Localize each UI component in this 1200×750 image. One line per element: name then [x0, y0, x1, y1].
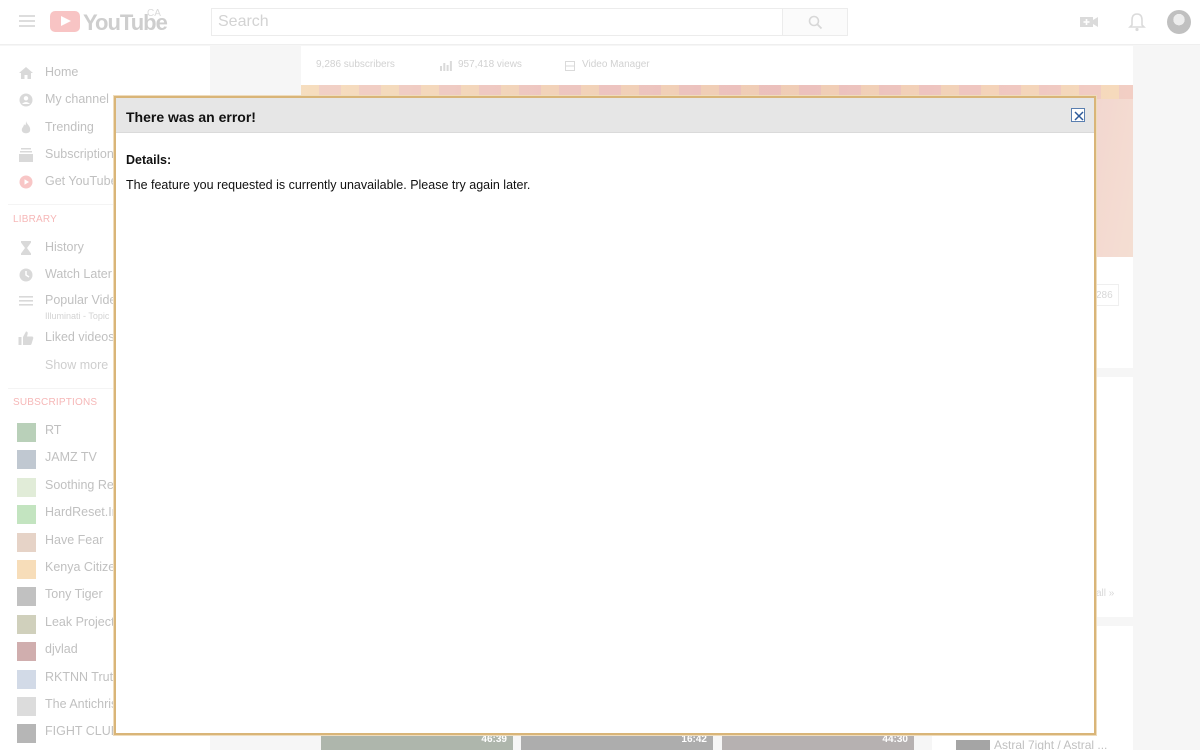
details-label: Details: [126, 153, 172, 167]
dialog-header: There was an error! [116, 98, 1094, 133]
dialog-title: There was an error! [126, 109, 256, 125]
close-icon [1074, 111, 1084, 121]
error-message: The feature you requested is currently u… [126, 178, 531, 192]
error-dialog: There was an error! Details: The feature… [114, 96, 1096, 735]
close-button[interactable] [1071, 108, 1085, 122]
